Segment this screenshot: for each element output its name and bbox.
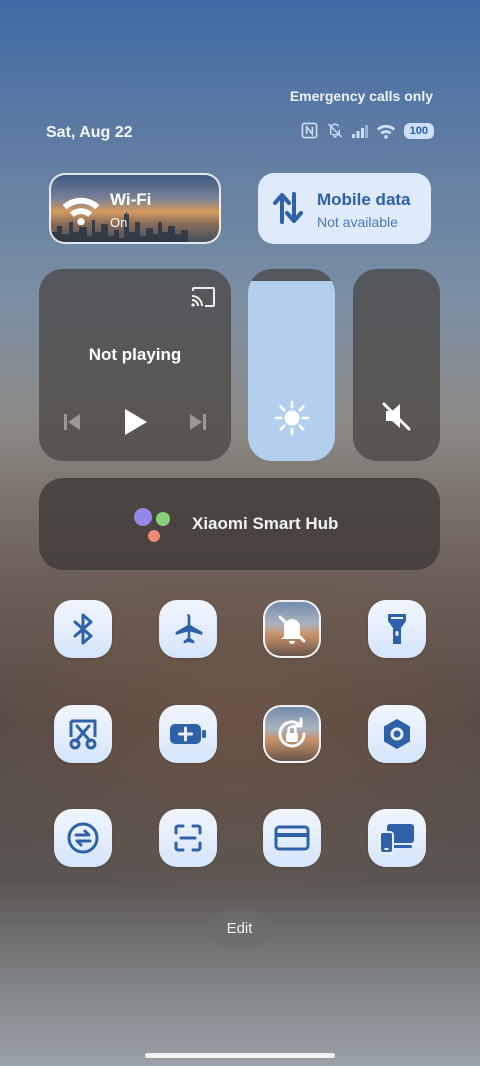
scan-icon [174,824,202,852]
cast-screen-toggle[interactable] [368,809,426,867]
bluetooth-toggle[interactable] [54,600,112,658]
volume-slider[interactable] [353,269,440,461]
card-icon [274,825,310,851]
sun-icon [274,400,309,436]
bluetooth-icon [73,613,93,645]
next-icon[interactable] [187,411,209,433]
wifi-tile[interactable]: Wi-Fi On [49,173,221,244]
bell-off-icon [278,615,306,644]
rotation-lock-icon [278,717,306,748]
status-icons: 100 [301,122,434,139]
media-controls [61,407,209,437]
mobile-data-tile[interactable]: Mobile data Not available [258,173,431,244]
scanner-toggle[interactable] [159,809,217,867]
play-icon[interactable] [121,407,149,437]
mobile-data-state: Not available [317,214,398,230]
devices-icon [379,824,414,854]
flashlight-toggle[interactable] [368,600,426,658]
emergency-calls-text: Emergency calls only [289,88,433,104]
home-indicator[interactable] [145,1053,335,1058]
previous-icon[interactable] [61,411,83,433]
battery-plus-icon [170,724,206,744]
battery-icon: 100 [403,122,434,139]
smart-hub-card[interactable]: Xiaomi Smart Hub [39,478,440,570]
smart-hub-logo [134,508,170,542]
vibrate-off-icon [327,123,342,138]
card-toggle[interactable] [263,809,321,867]
screenshot-toggle[interactable] [54,705,112,763]
scissors-icon [69,719,97,750]
rotation-lock-toggle[interactable] [263,705,321,763]
mobile-data-title: Mobile data [317,190,411,209]
wifi-title: Wi-Fi [110,190,152,209]
smart-hub-label: Xiaomi Smart Hub [192,514,339,533]
location-icon [384,719,410,749]
mobile-data-icon [273,192,303,224]
date-label: Sat, Aug 22 [46,124,133,141]
flashlight-icon [388,614,406,644]
wifi-signal-icon [376,124,395,139]
airplane-mode-toggle[interactable] [159,600,217,658]
battery-saver-toggle[interactable] [159,705,217,763]
location-toggle[interactable] [368,705,426,763]
sync-toggle[interactable] [54,809,112,867]
brightness-slider[interactable] [248,269,335,461]
edit-button[interactable]: Edit [209,911,270,946]
media-player-card[interactable]: Not playing [39,269,231,461]
do-not-disturb-toggle[interactable] [263,600,321,658]
nfc-icon [301,122,318,139]
wifi-icon [62,197,100,225]
signal-icon [351,124,368,138]
cast-icon[interactable] [190,286,216,308]
media-status: Not playing [88,345,182,364]
mute-icon [382,402,410,431]
wifi-state: On [110,215,128,230]
airplane-icon [175,614,203,644]
sync-icon [67,822,99,854]
